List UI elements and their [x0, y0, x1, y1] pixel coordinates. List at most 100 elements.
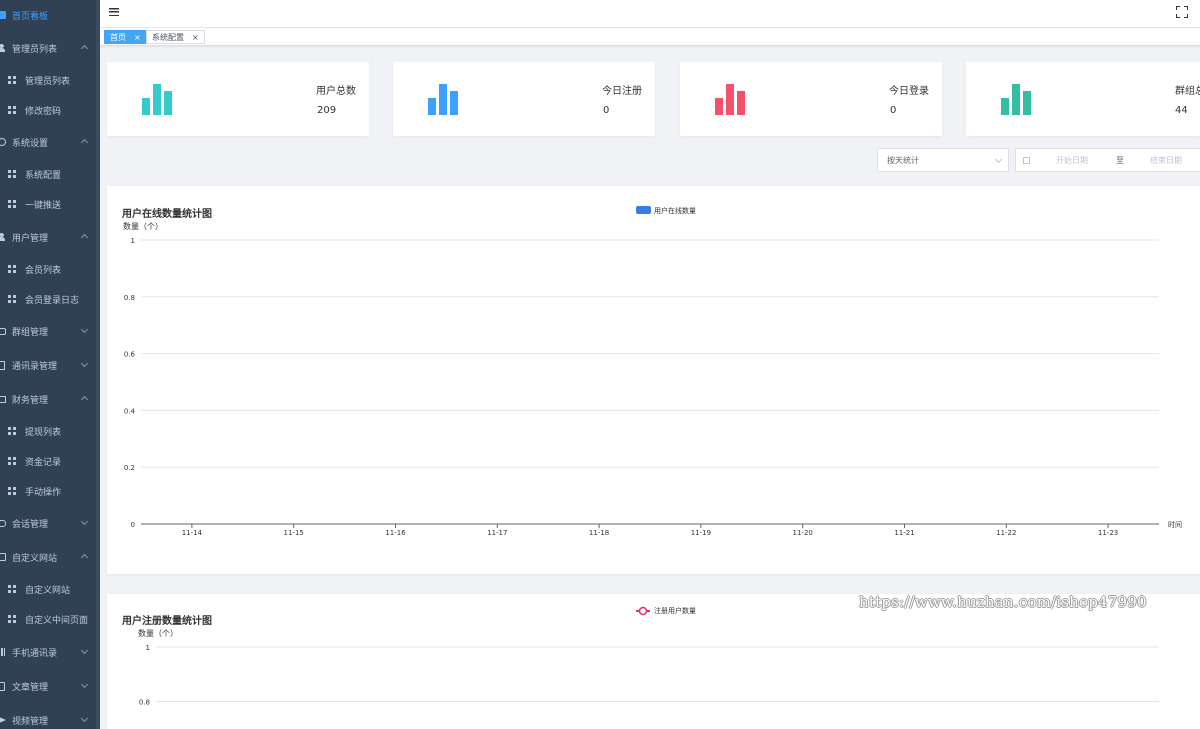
close-icon[interactable]: × [134, 33, 141, 42]
stat-value: 209 [317, 105, 337, 116]
stat-card-today-login[interactable]: 今日登录 0 [680, 62, 942, 136]
chevron-down-icon [80, 646, 89, 655]
stat-mode-select[interactable]: 按天统计 [877, 148, 1009, 172]
x-tick-label: 11-23 [1098, 529, 1118, 537]
bar-chart-icon [715, 83, 747, 115]
close-icon[interactable]: × [192, 33, 199, 42]
sidebar-item[interactable]: 通讯录管理 [0, 350, 96, 380]
sidebar-subitem[interactable]: 一键推送 [0, 189, 96, 219]
hamburger-icon[interactable] [109, 8, 119, 16]
stat-title: 群组总 [1175, 86, 1200, 97]
sidebar-subitem[interactable]: 自定义中间页面 [0, 604, 96, 634]
stat-card-total-users[interactable]: 用户总数 209 [107, 62, 369, 136]
icon-bar [428, 98, 436, 115]
sidebar-item[interactable]: 财务管理 [0, 384, 96, 414]
icon-bar [737, 91, 745, 115]
sidebar-item-label: 一键推送 [25, 200, 62, 211]
sidebar-item[interactable]: 用户管理 [0, 222, 96, 252]
icon-bar [439, 84, 447, 115]
sidebar-item[interactable]: 管理员列表 [0, 33, 96, 63]
top-navbar [100, 0, 1200, 28]
grid-icon [8, 585, 16, 593]
sidebar-item[interactable]: 手机通讯录 [0, 637, 96, 667]
stat-title: 今日注册 [602, 86, 642, 97]
sidebar-subitem[interactable]: 资金记录 [0, 446, 96, 476]
sidebar-subitem[interactable]: 管理员列表 [0, 65, 96, 95]
register-users-chart-panel: 用户注册数量统计图 注册用户数量 数量（个） 1 0.8 [107, 594, 1200, 729]
stat-title: 今日登录 [889, 86, 929, 97]
sidebar-subitem[interactable]: 自定义网站 [0, 574, 96, 604]
sidebar-item[interactable]: 群组管理 [0, 316, 96, 346]
sidebar-scrollbar[interactable] [96, 0, 100, 729]
dashboard-icon [0, 11, 6, 19]
x-tick-label: 11-20 [793, 529, 813, 537]
chart-legend: 注册用户数量 [636, 606, 696, 616]
phone-contacts-icon [0, 648, 5, 656]
sidebar-item-label: 文章管理 [12, 682, 49, 693]
sidebar-item-label: 管理员列表 [12, 44, 58, 55]
icon-bar [1023, 91, 1031, 115]
sidebar-item-label: 视频管理 [12, 716, 49, 727]
sidebar-item[interactable]: 会话管理 [0, 508, 96, 538]
sidebar-subitem[interactable]: 提现列表 [0, 416, 96, 446]
icon-bar [164, 91, 172, 115]
stat-value: 0 [890, 105, 897, 116]
article-icon [0, 681, 5, 691]
fullscreen-icon[interactable] [1176, 6, 1188, 18]
y-tick-label: 0.2 [124, 464, 135, 472]
y-tick-label: 0.8 [124, 294, 135, 302]
sidebar-item[interactable]: 首页看板 [0, 0, 96, 30]
x-tick-label: 11-22 [996, 529, 1016, 537]
sidebar-item-label: 会员列表 [25, 265, 62, 276]
tag-system-config[interactable]: 系统配置 × [146, 30, 205, 44]
grid-icon [8, 170, 16, 178]
sidebar-subitem[interactable]: 修改密码 [0, 95, 96, 125]
sidebar-item[interactable]: 文章管理 [0, 671, 96, 701]
y-axis-label: 数量（个） [138, 628, 178, 638]
chevron-up-icon [80, 233, 89, 242]
bar-chart-icon [142, 83, 174, 115]
grid-icon [8, 457, 16, 465]
video-icon [0, 716, 6, 724]
stat-card-groups[interactable]: 群组总 44 [966, 62, 1200, 136]
sidebar-subitem[interactable]: 会员登录日志 [0, 284, 96, 314]
sidebar-item-label: 用户管理 [12, 233, 49, 244]
chat-icon [0, 519, 6, 527]
grid-icon [8, 487, 16, 495]
sidebar-item-label: 手动操作 [25, 487, 62, 498]
sidebar-subitem[interactable]: 手动操作 [0, 476, 96, 506]
date-range-picker[interactable]: 开始日期 至 结束日期 [1015, 148, 1200, 172]
sidebar-item-label: 手机通讯录 [12, 648, 58, 659]
grid-icon [8, 200, 16, 208]
sidebar-item-label: 自定义网站 [25, 585, 71, 596]
chevron-down-icon [80, 517, 89, 526]
stat-value: 44 [1175, 105, 1188, 116]
sidebar-item-label: 财务管理 [12, 395, 49, 406]
stat-value: 0 [603, 105, 610, 116]
icon-bar [715, 98, 723, 115]
icon-bar [450, 91, 458, 115]
chevron-down-icon [80, 325, 89, 334]
sidebar-item-label: 自定义网站 [12, 553, 58, 564]
chevron-up-icon [80, 553, 89, 562]
website-icon [0, 553, 6, 561]
end-date-input[interactable]: 结束日期 [1150, 155, 1182, 166]
tag-home[interactable]: 首页 × [104, 30, 147, 44]
chevron-up-icon [80, 44, 89, 53]
start-date-input[interactable]: 开始日期 [1056, 155, 1088, 166]
y-tick-label: 0.4 [124, 407, 136, 415]
sidebar-subitem[interactable]: 系统配置 [0, 159, 96, 189]
sidebar-subitem[interactable]: 会员列表 [0, 254, 96, 284]
bar-chart-icon [428, 83, 460, 115]
sidebar-item[interactable]: 自定义网站 [0, 542, 96, 572]
x-tick-label: 11-17 [487, 529, 507, 537]
calendar-icon [1023, 157, 1030, 164]
chevron-up-icon [80, 395, 89, 404]
stat-card-today-register[interactable]: 今日注册 0 [393, 62, 655, 136]
sidebar-item[interactable]: 视频管理 [0, 705, 96, 729]
chevron-up-icon [80, 138, 89, 147]
chevron-down-icon [80, 714, 89, 723]
sidebar-item[interactable]: 系统设置 [0, 127, 96, 157]
y-tick-label: 1 [146, 644, 150, 652]
tags-view: 首页 × 系统配置 × [100, 28, 1200, 46]
